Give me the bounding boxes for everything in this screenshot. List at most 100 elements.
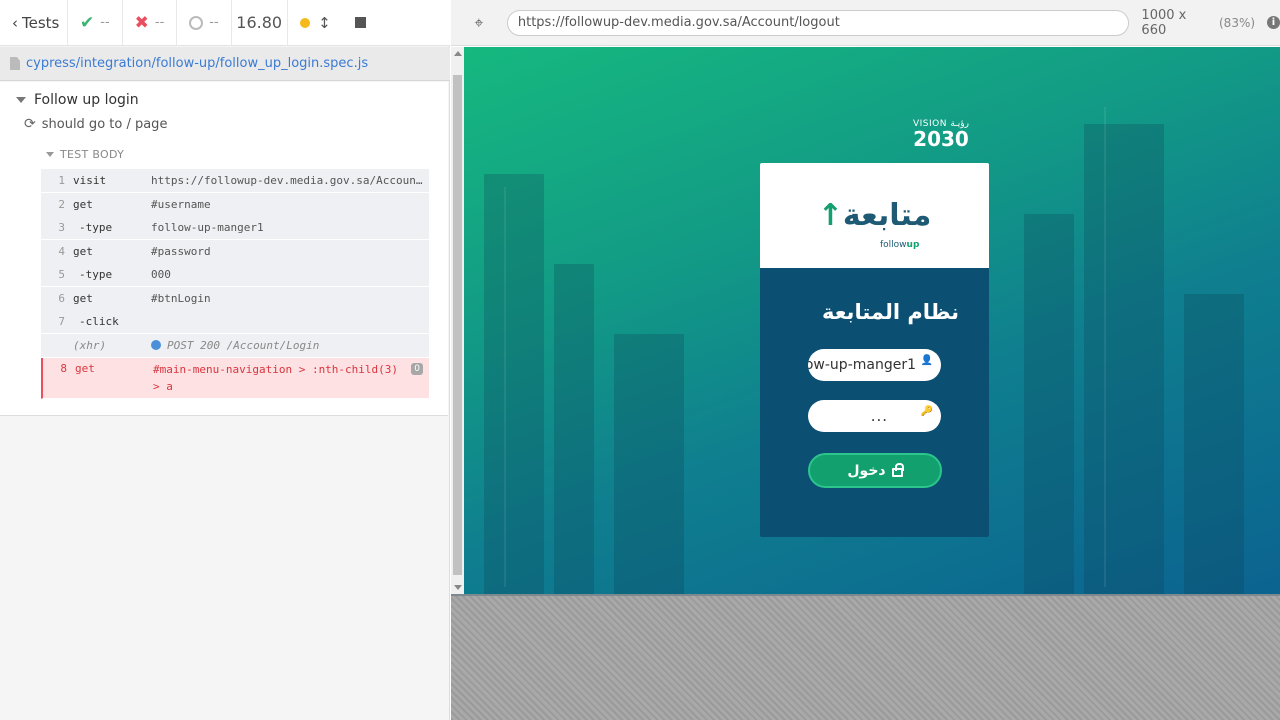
failed-stat: ✖ -- [123, 0, 178, 46]
back-label: Tests [22, 13, 60, 32]
url-text: https://followup-dev.media.gov.sa/Accoun… [517, 15, 840, 30]
command-name: get [73, 292, 93, 305]
command-arg: #main-menu-navigation > :nth-child(3) > … [153, 363, 399, 393]
command-row[interactable]: 4 get #password 5 -type 000 [41, 240, 429, 287]
viewport-scale: (83%) [1219, 15, 1256, 30]
caret-down-icon [16, 97, 26, 103]
command-name: get [73, 198, 93, 211]
logo-english-1: follow [880, 240, 907, 250]
background-line [504, 187, 506, 587]
login-button[interactable]: دخول [808, 453, 942, 488]
xhr-row[interactable]: (xhr) POST 200 /Account/Login [41, 334, 429, 358]
refresh-icon: ⟳ [24, 116, 36, 132]
aut-header: ⌖ https://followup-dev.media.gov.sa/Acco… [451, 0, 1280, 46]
auto-scroll-toggle-icon[interactable]: ↕ [318, 14, 331, 32]
login-label: دخول [847, 462, 886, 479]
back-to-tests-button[interactable]: ‹ Tests [0, 0, 68, 46]
logo-arabic: ↑متابعة [818, 198, 932, 233]
vision-year: 2030 [913, 127, 969, 151]
username-input[interactable]: follow-up-manger1 👤 [808, 349, 941, 381]
logo-english: followup [880, 240, 919, 250]
xhr-status-icon [151, 340, 161, 350]
failed-count: -- [154, 15, 165, 30]
test-title: should go to / page [41, 116, 168, 132]
empty-viewport-area [451, 594, 1280, 720]
logo-english-2: up [906, 240, 920, 250]
pending-circle-icon [189, 15, 204, 30]
scroll-down-icon[interactable] [454, 585, 462, 590]
command-number: 6 [58, 292, 65, 305]
command-number: 2 [58, 198, 65, 211]
test-body-label: TEST BODY [60, 148, 125, 161]
xhr-detail: POST 200 /Account/Login [151, 339, 427, 352]
passed-count: -- [100, 15, 110, 30]
command-name: (xhr) [73, 339, 107, 352]
command-number: 1 [58, 174, 65, 187]
command-arg: https://followup-dev.media.gov.sa/Accoun… [151, 174, 427, 187]
selector-playground-icon[interactable]: ⌖ [451, 13, 507, 33]
spec-bar: cypress/integration/follow-up/follow_up_… [0, 47, 450, 81]
command-name: get [75, 362, 95, 375]
failed-command-row[interactable]: 8 get #main-menu-navigation > :nth-child… [41, 358, 429, 399]
command-arg: follow-up-manger1 [151, 221, 264, 234]
duration: 16.80 [232, 0, 288, 46]
command-name: -type [79, 221, 113, 234]
command-number: 3 [58, 221, 65, 234]
background-building [1084, 124, 1164, 594]
command-arg: #btnLogin [151, 292, 211, 305]
x-icon: ✖ [134, 12, 149, 33]
command-log: 1 visit https://followup-dev.media.gov.s… [41, 169, 429, 399]
password-value: ... [870, 407, 888, 425]
file-icon [10, 57, 20, 70]
pending-count: -- [209, 15, 219, 30]
command-row[interactable]: 2 get #username 3 -type follow-up-manger… [41, 193, 429, 240]
pending-stat: -- [177, 0, 232, 46]
arrow-up-icon: ↑ [817, 198, 843, 233]
background-line [1104, 107, 1106, 587]
viewport-info: 1000 x 660 (83%) i [1141, 8, 1280, 38]
viewport-size: 1000 x 660 [1141, 7, 1187, 38]
password-input[interactable]: ... 🔑 [808, 400, 941, 432]
command-name: get [73, 245, 93, 258]
command-number: 4 [58, 245, 65, 258]
background-building [614, 334, 684, 594]
spec-path-link[interactable]: cypress/integration/follow-up/follow_up_… [26, 56, 368, 71]
chevron-left-icon: ‹ [12, 13, 18, 32]
cypress-runner: ‹ Tests ✔ -- ✖ -- -- 16.80 ↕ cypress/int… [0, 0, 1280, 720]
background-building [484, 174, 544, 594]
info-icon[interactable]: i [1267, 16, 1280, 29]
suite-row[interactable]: Follow up login [16, 88, 139, 112]
scrollbar-thumb[interactable] [453, 75, 462, 575]
url-bar[interactable]: https://followup-dev.media.gov.sa/Accoun… [506, 9, 1130, 36]
command-number: 8 [60, 362, 67, 375]
scroll-up-icon[interactable] [454, 51, 462, 56]
key-icon: 🔑 [920, 406, 933, 417]
lock-icon [891, 463, 904, 477]
test-row[interactable]: ⟳ should go to / page [24, 114, 167, 134]
test-body-header[interactable]: TEST BODY [46, 148, 124, 161]
app-logo: ↑متابعة followup [760, 163, 989, 268]
logo-arabic-text: متابعة [842, 198, 932, 233]
reporter-header: ‹ Tests ✔ -- ✖ -- -- 16.80 ↕ [0, 0, 450, 46]
background-building [554, 264, 594, 594]
login-card: ↑متابعة followup نظام المتابعة follow-up… [760, 163, 989, 537]
caret-down-icon [46, 152, 54, 157]
run-controls: ↕ [288, 0, 378, 46]
command-row[interactable]: 1 visit https://followup-dev.media.gov.s… [41, 169, 429, 193]
command-number: 5 [58, 268, 65, 281]
vision-2030-logo: VISION رؤيـة 2030 [908, 119, 974, 163]
xhr-text: POST 200 /Account/Login [167, 339, 320, 352]
command-name: -type [79, 268, 113, 281]
user-icon: 👤 [920, 355, 933, 366]
reporter-scrollbar[interactable] [451, 47, 464, 594]
stop-button[interactable] [354, 17, 366, 28]
command-row[interactable]: 6 get #btnLogin 7 -click [41, 287, 429, 334]
command-arg: #username [151, 198, 211, 211]
suite-title: Follow up login [34, 92, 139, 108]
background-building [1024, 214, 1074, 594]
command-arg: #password [151, 245, 211, 258]
command-name: visit [73, 174, 107, 187]
check-icon: ✔ [80, 12, 95, 33]
background-building [1184, 294, 1244, 594]
element-count-badge: 0 [411, 363, 423, 375]
